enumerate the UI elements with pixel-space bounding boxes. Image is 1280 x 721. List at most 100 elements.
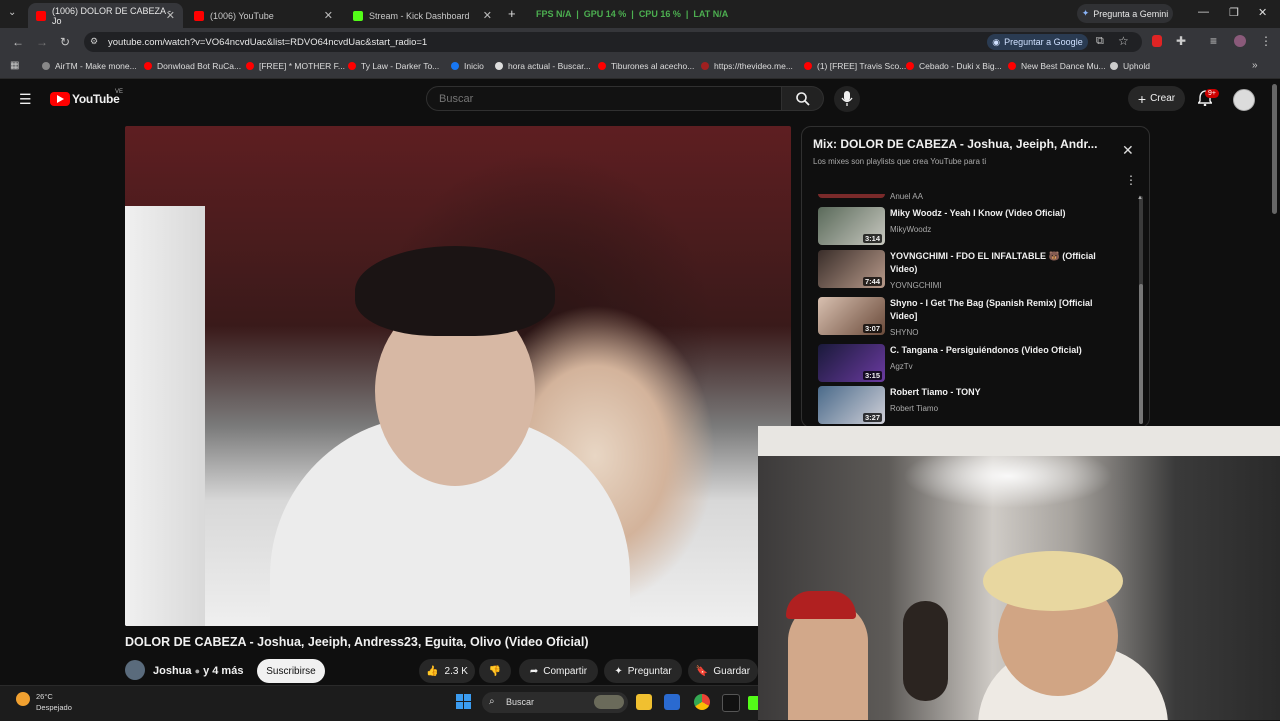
reload-icon[interactable]: ↻ (60, 35, 70, 49)
forward-icon[interactable]: → (36, 35, 48, 49)
performance-stats: FPS N/A | GPU 14 % | CPU 16 % | LAT N/A (536, 9, 729, 19)
bookmark-item[interactable]: [FREE] * MOTHER F... (246, 61, 345, 71)
tab-search-icon[interactable]: ⌄ (8, 7, 16, 18)
scroll-up-icon[interactable]: ▲ (1137, 195, 1143, 201)
weather-temperature[interactable]: 26°C (36, 692, 53, 701)
ask-gemini-button[interactable]: ✦ Pregunta a Gemini (1077, 4, 1173, 23)
video-thumbnail: 3:27 (818, 386, 885, 424)
site-info-icon[interactable]: ⚙ (90, 36, 98, 47)
google-lens-icon: ◉ (992, 36, 1001, 47)
microsoft-store-icon[interactable] (664, 694, 680, 710)
bookmark-item[interactable]: hora actual - Buscar... (495, 61, 591, 71)
close-tab-icon[interactable]: ✕ (324, 9, 333, 22)
kick-app-icon[interactable] (748, 696, 758, 710)
tab-title: (1006) YouTube (210, 10, 274, 21)
tab-groups-icon[interactable]: ≡ (1210, 34, 1217, 48)
chrome-icon[interactable] (694, 694, 710, 710)
playlist-item-artist: SHYNO (890, 328, 919, 337)
bookmark-item[interactable]: Cebado - Duki x Big... (906, 61, 1002, 71)
video-thumbnail: 3:14 (818, 207, 885, 245)
weather-description[interactable]: Despejado (36, 703, 72, 712)
youtube-logo-text[interactable]: YouTube (72, 92, 120, 106)
gemini-icon: ✦ (1081, 8, 1090, 18)
bookmark-item[interactable]: Uphold (1110, 61, 1150, 71)
playlist-item-artist: AgzTv (890, 362, 913, 371)
search-button[interactable] (782, 86, 824, 111)
webcam-person-middle (903, 601, 948, 701)
bookmark-item[interactable]: Tiburones al acecho... (598, 61, 694, 71)
new-tab-button[interactable]: + (508, 6, 516, 21)
youtube-icon (804, 62, 812, 70)
bookmark-icon: 🔖 (695, 665, 709, 677)
extensions-puzzle-icon[interactable]: ✚ (1176, 34, 1186, 48)
thumbs-down-icon: 👎 (488, 665, 502, 677)
bookmarks-overflow-icon[interactable]: » (1252, 60, 1258, 71)
like-button[interactable]: 👍 2.3 K (419, 659, 475, 683)
voice-search-button[interactable] (834, 86, 860, 112)
search-highlight-icon (594, 695, 624, 709)
bookmark-item[interactable]: AirTM - Make mone... (42, 61, 137, 71)
minimize-icon[interactable]: — (1198, 6, 1209, 18)
file-explorer-icon[interactable] (636, 694, 652, 710)
bookmark-item[interactable]: https://thevideo.me... (701, 61, 793, 71)
webcam-red-cap (786, 591, 856, 619)
plus-icon: + (1137, 90, 1147, 107)
partial-artist: Anuel AA (890, 192, 923, 201)
dislike-button[interactable]: 👎 (479, 659, 511, 683)
channel-avatar[interactable] (125, 660, 145, 680)
url-text[interactable]: youtube.com/watch?v=VO64ncvdUac&list=RDV… (108, 37, 427, 48)
video-player[interactable] (125, 126, 791, 626)
playlist-title[interactable]: Mix: DOLOR DE CABEZA - Joshua, Jeeiph, A… (813, 137, 1097, 151)
channel-name[interactable]: Joshua ● y 4 más (153, 665, 243, 677)
partial-thumbnail (818, 194, 885, 198)
maximize-icon[interactable]: ❐ (1229, 6, 1239, 19)
play-triangle-icon (57, 95, 64, 103)
youtube-icon (246, 62, 254, 70)
bookmark-item[interactable]: Donwload Bot RuCa... (144, 61, 241, 71)
youtube-icon (598, 62, 606, 70)
bookmark-item[interactable]: Ty Law - Darker To... (348, 61, 439, 71)
search-box[interactable] (426, 86, 782, 111)
install-app-icon[interactable]: ⧉ (1096, 35, 1104, 48)
tab-title: (1006) DOLOR DE CABEZA - Jo (52, 5, 172, 26)
close-tab-icon[interactable]: ✕ (166, 9, 175, 22)
playlist-item-artist: Robert Tiamo (890, 404, 939, 413)
subscribe-button[interactable]: Suscribirse (257, 659, 325, 683)
taskbar-search[interactable]: ⌕ Buscar (482, 692, 628, 713)
ask-google-button[interactable]: ◉ Preguntar a Google (987, 34, 1088, 50)
profile-avatar[interactable] (1234, 35, 1246, 47)
weather-sun-icon[interactable] (16, 692, 30, 706)
video-thumbnail: 3:07 (818, 297, 885, 335)
page-scrollbar-thumb[interactable] (1272, 84, 1277, 214)
video-frame-hair (355, 246, 555, 336)
playlist-more-icon[interactable]: ⋮ (1125, 173, 1137, 187)
ask-button[interactable]: ✦ Preguntar (604, 659, 682, 683)
tab-kick-dashboard[interactable]: Stream - Kick Dashboard ✕ (345, 3, 500, 28)
close-window-icon[interactable]: ✕ (1258, 6, 1267, 19)
save-button[interactable]: 🔖 Guardar (688, 659, 758, 683)
browser-menu-icon[interactable]: ⋮ (1260, 34, 1272, 48)
playlist-scrollbar-thumb[interactable] (1139, 284, 1143, 424)
tab-youtube[interactable]: (1006) YouTube ✕ (186, 3, 341, 28)
close-playlist-icon[interactable]: ✕ (1122, 142, 1134, 159)
playlist-subtitle: Los mixes son playlists que crea YouTube… (813, 157, 987, 166)
back-icon[interactable]: ← (12, 35, 24, 49)
tab-dolor-de-cabeza[interactable]: (1006) DOLOR DE CABEZA - Jo ✕ (28, 3, 183, 28)
app-icon[interactable] (722, 694, 740, 712)
webcam-ceiling (758, 426, 1280, 456)
bookmark-item[interactable]: New Best Dance Mu... (1008, 61, 1106, 71)
share-button[interactable]: ➦ Compartir (519, 659, 598, 683)
apps-grid-icon[interactable]: ▦ (10, 60, 19, 71)
create-button[interactable]: + Crear (1128, 86, 1185, 111)
extension-icon[interactable] (1152, 35, 1162, 47)
windows-start-icon[interactable] (456, 694, 472, 710)
bookmark-item[interactable]: (1) [FREE] Travis Sco... (804, 61, 906, 71)
bookmark-item[interactable]: Inicio (451, 61, 484, 71)
account-avatar[interactable] (1233, 89, 1255, 111)
hamburger-menu-icon[interactable]: ☰ (19, 91, 32, 108)
bookmark-star-icon[interactable]: ☆ (1118, 34, 1129, 48)
search-input[interactable] (437, 92, 761, 106)
youtube-icon (906, 62, 914, 70)
close-tab-icon[interactable]: ✕ (483, 9, 492, 22)
playlist-item-title: Miky Woodz - Yeah I Know (Video Oficial) (890, 208, 1066, 218)
